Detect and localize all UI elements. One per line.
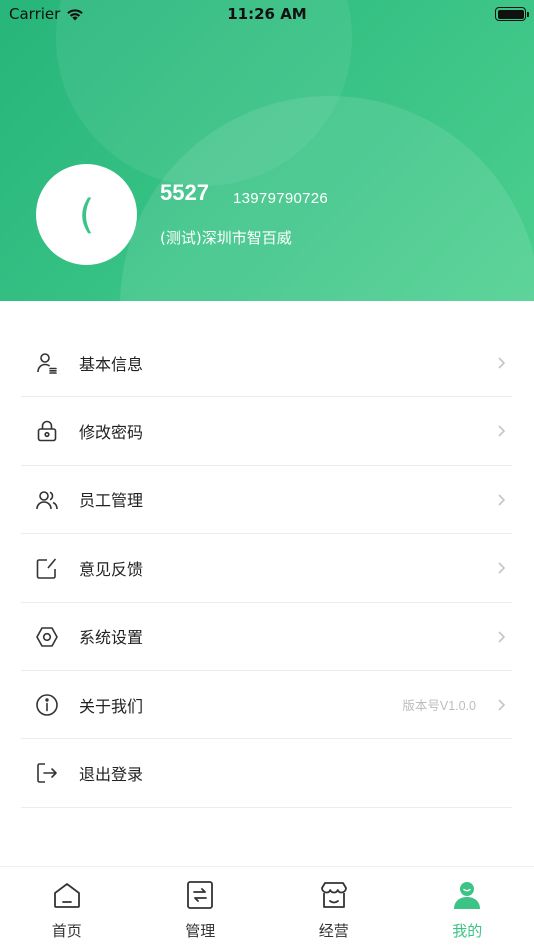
store-icon [320, 882, 347, 908]
battery-icon [495, 7, 529, 21]
version-label: 版本号V1.0.0 [402, 699, 476, 714]
menu-item-change-password[interactable]: 修改密码 [21, 397, 512, 466]
menu-item-label: 意见反馈 [79, 559, 144, 579]
menu-item-feedback[interactable]: 意见反馈 [21, 534, 512, 603]
tab-label: 首页 [51, 922, 82, 940]
status-time: 11:26 AM [227, 5, 307, 23]
chevron-right-icon [498, 357, 506, 369]
chevron-right-icon [498, 562, 506, 574]
tab-bar: 首页 管理 经营 我的 [0, 866, 534, 950]
chevron-right-icon [498, 425, 506, 437]
menu-item-label: 系统设置 [79, 628, 144, 648]
profile-icon [454, 882, 481, 909]
chevron-right-icon [498, 699, 506, 711]
user-info-icon [37, 353, 57, 374]
menu-item-label: 基本信息 [79, 354, 144, 374]
home-icon [53, 883, 80, 908]
tab-label: 管理 [185, 922, 216, 940]
logout-icon [37, 763, 57, 784]
avatar-text: ( [78, 191, 95, 238]
menu-item-label: 关于我们 [79, 696, 144, 716]
tab-label: 经营 [318, 922, 349, 940]
menu-item-basic-info[interactable]: 基本信息 [21, 329, 512, 398]
tab-label: 我的 [452, 922, 483, 940]
lock-icon [37, 421, 57, 442]
chevron-right-icon [498, 630, 506, 643]
chevron-right-icon [498, 494, 506, 506]
users-icon [36, 490, 58, 509]
profile-header: ( 5527 13979790726 (测试)深圳市智百威 [0, 0, 534, 301]
menu-item-system-settings[interactable]: 系统设置 [21, 603, 512, 671]
tab-mine[interactable]: 我的 [401, 867, 534, 950]
edit-icon [36, 558, 57, 579]
menu-item-logout[interactable]: 退出登录 [21, 739, 512, 808]
status-bar: Carrier 11:26 AM [0, 0, 534, 28]
user-company: (测试)深圳市智百威 [160, 229, 292, 247]
menu-item-label: 退出登录 [79, 765, 144, 785]
manage-icon [187, 881, 214, 909]
settings-menu: 基本信息 修改密码 员工管理 意见反馈 系统设置 关于我们 版本号V1.0.0 … [21, 329, 512, 808]
tab-business[interactable]: 经营 [267, 867, 401, 950]
menu-item-label: 修改密码 [79, 423, 144, 443]
menu-item-label: 员工管理 [79, 491, 144, 511]
user-name: 5527 [160, 180, 209, 205]
menu-item-about[interactable]: 关于我们 版本号V1.0.0 [21, 671, 512, 740]
tab-home[interactable]: 首页 [0, 867, 134, 950]
avatar[interactable]: ( [36, 164, 137, 265]
settings-hex-icon [36, 626, 58, 647]
menu-item-staff[interactable]: 员工管理 [21, 466, 512, 535]
info-icon [36, 694, 58, 716]
tab-manage[interactable]: 管理 [134, 867, 268, 950]
user-phone: 13979790726 [233, 190, 329, 207]
